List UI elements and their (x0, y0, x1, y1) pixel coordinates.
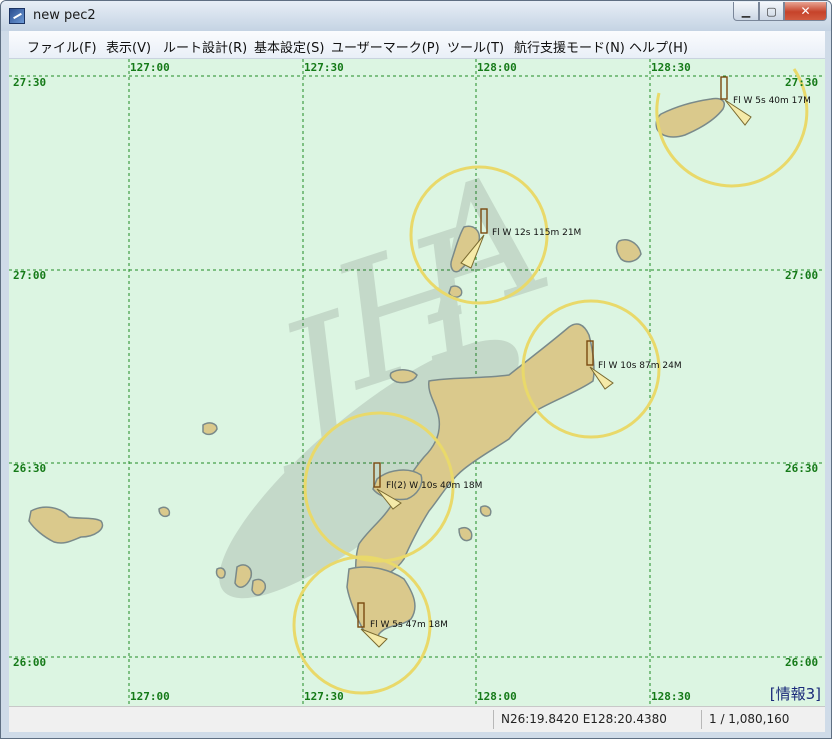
longitude-label: 127:00 (130, 61, 170, 74)
chart-canvas[interactable]: J H A (9, 59, 825, 706)
ikei-island (479, 505, 492, 517)
latitude-label: 27:30 (785, 76, 819, 89)
light-characteristic-label: Fl(2) W 10s 40m 18M (386, 481, 483, 491)
status-separator (493, 710, 494, 729)
latitude-label: 26:00 (785, 656, 819, 669)
menu-navigation-mode[interactable]: 航行支援モード(N) (514, 37, 625, 56)
longitude-label: 128:30 (651, 61, 691, 74)
cursor-position: N26:19.8420 E128:20.4380 (501, 712, 667, 726)
latitude-label: 26:00 (13, 656, 47, 669)
menu-file[interactable]: ファイル(F) (27, 37, 97, 56)
maximize-button[interactable]: ▢ (759, 2, 784, 21)
menu-bar: ファイル(F) 表示(V) ルート設計(R) 基本設定(S) ユーザーマーク(P… (9, 31, 825, 59)
minimize-icon: ▁ (741, 4, 751, 18)
aguni-island (158, 506, 171, 518)
latitude-label: 27:00 (13, 269, 47, 282)
nautical-chart-view[interactable]: J H A 27:30 27:00 26:30 26:00 27:30 27:0… (9, 59, 825, 706)
longitude-label: 127:00 (130, 690, 170, 703)
tsuken-island (458, 527, 473, 542)
status-bar: N26:19.8420 E128:20.4380 1 / 1,080,160 (9, 706, 825, 732)
light-characteristic-label: Fl W 5s 47m 18M (370, 620, 448, 630)
lighthouse-icon (720, 76, 728, 100)
menu-help[interactable]: ヘルプ(H) (629, 37, 688, 56)
menu-route-design[interactable]: ルート設計(R) (163, 37, 247, 56)
latitude-label: 27:30 (13, 76, 47, 89)
light-characteristic-label: Fl W 10s 87m 24M (598, 361, 682, 371)
light-characteristic-label: Fl W 5s 40m 17M (733, 96, 811, 106)
longitude-label: 128:00 (477, 61, 517, 74)
longitude-label: 127:30 (304, 690, 344, 703)
light-characteristic-label: Fl W 12s 115m 21M (492, 228, 582, 238)
tonaki-island (202, 422, 218, 436)
latitude-label: 26:30 (13, 462, 47, 475)
menu-tools[interactable]: ツール(T) (447, 37, 504, 56)
kerama-islands-2 (251, 578, 267, 596)
maximize-icon: ▢ (766, 4, 777, 18)
longitude-label: 128:00 (477, 690, 517, 703)
island-near-iheya (615, 239, 642, 263)
latitude-label: 27:00 (785, 269, 819, 282)
status-separator (701, 710, 702, 729)
application-window: new pec2 ▁ ▢ ✕ ファイル(F) 表示(V) ルート設計(R) 基本… (0, 0, 832, 739)
menu-view[interactable]: 表示(V) (106, 37, 151, 56)
close-button[interactable]: ✕ (784, 2, 827, 21)
app-icon[interactable] (9, 8, 25, 24)
menu-user-mark[interactable]: ユーザーマーク(P) (331, 37, 440, 56)
close-icon: ✕ (800, 4, 811, 18)
kume-island (28, 506, 104, 544)
longitude-label: 127:30 (304, 61, 344, 74)
menu-basic-settings[interactable]: 基本設定(S) (254, 37, 324, 56)
chart-scale: 1 / 1,080,160 (709, 712, 790, 726)
longitude-label: 128:30 (651, 690, 691, 703)
latitude-label: 26:30 (785, 462, 819, 475)
kerama-islands-3 (215, 567, 226, 579)
title-bar[interactable]: new pec2 ▁ ▢ ✕ (1, 1, 831, 31)
minimize-button[interactable]: ▁ (733, 2, 759, 21)
yoron-island (655, 97, 725, 138)
window-title: new pec2 (33, 8, 96, 23)
info-layer-label[interactable]: [情報3] (770, 683, 821, 704)
